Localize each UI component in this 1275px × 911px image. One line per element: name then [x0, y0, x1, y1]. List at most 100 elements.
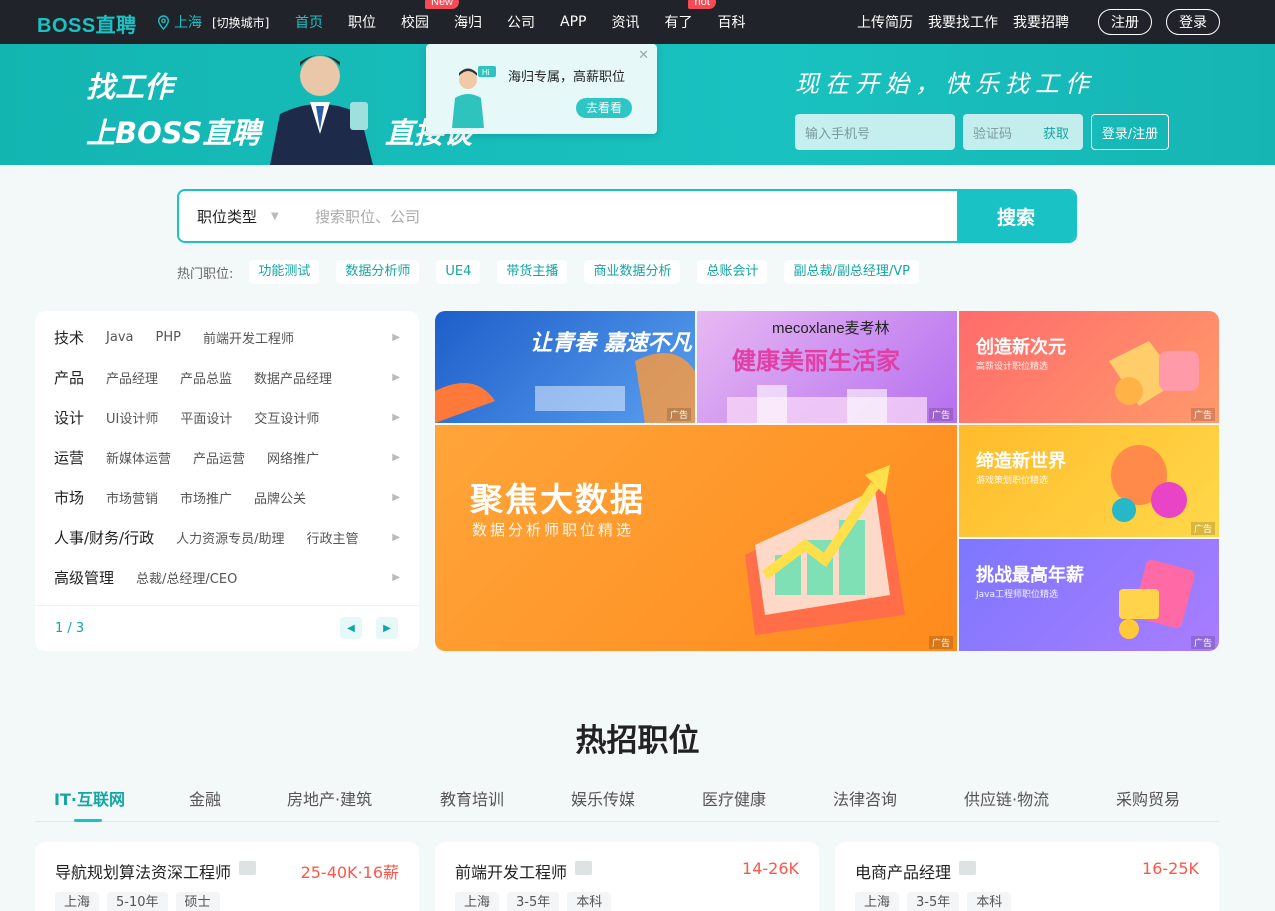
ad-label: 广告 [666, 408, 691, 421]
nav-home[interactable]: 首页 [295, 12, 323, 32]
slogan-line-2: 上BOSS直聘 [86, 116, 261, 150]
nav-app[interactable]: APP [560, 14, 586, 30]
category-row-operations[interactable]: 运营 新媒体运营 产品运营 网络推广 ▶ [54, 445, 400, 469]
hot-tag[interactable]: 副总裁/副总经理/VP [784, 260, 919, 284]
tab-legal[interactable]: 法律咨询 [833, 786, 897, 810]
job-card[interactable]: 前端开发工程师 14-26K 上海 3-5年 本科 [435, 842, 819, 911]
svg-text:Hi: Hi [482, 68, 490, 77]
category-row-hr-finance[interactable]: 人事/财务/行政 人力资源专员/助理 行政主管 ▶ [54, 525, 400, 549]
ad-banner-java[interactable]: 挑战最高年薪 Java工程师职位精选 广告 [959, 539, 1219, 651]
ad-banner-game[interactable]: 缔造新世界 游戏策划职位精选 广告 [959, 425, 1219, 537]
ad6-title: 挑战最高年薪 [976, 565, 1084, 586]
ad5-title: 缔造新世界 [976, 451, 1066, 472]
login-button[interactable]: 登录 [1166, 9, 1220, 35]
job-type-select[interactable]: 职位类型 ▼ [179, 206, 297, 227]
nav-youle[interactable]: 有了 hot [664, 0, 716, 32]
register-button[interactable]: 注册 [1098, 9, 1152, 35]
nav-overseas[interactable]: 海归 [454, 12, 482, 32]
next-page-button[interactable]: ▶ [376, 617, 398, 639]
hot-jobs-title: 热招职位 [575, 723, 700, 759]
category-panel: 技术 Java PHP 前端开发工程师 ▶ 产品 产品经理 产品总监 数据产品经… [35, 311, 419, 651]
top-nav: BOSS直聘 上海 [切换城市] 首页 职位 校园 New 海归 公司 APP 资… [0, 0, 1275, 44]
hot-tag[interactable]: 总账会计 [697, 260, 768, 284]
tab-it-internet[interactable]: IT·互联网 [54, 786, 125, 810]
ad-banner-youth[interactable]: 让青春 嘉速不凡 广告 [435, 311, 695, 423]
job-card[interactable]: 电商产品经理 16-25K 上海 3-5年 本科 [835, 842, 1219, 911]
hot-tag[interactable]: 带货主播 [497, 260, 568, 284]
nav-company[interactable]: 公司 [507, 12, 535, 32]
job-tag: 3-5年 [907, 892, 960, 911]
main-nav: 首页 职位 校园 New 海归 公司 APP 资讯 有了 hot 百科 [295, 0, 770, 44]
ad-bigdata-art [745, 465, 905, 635]
hot-tag[interactable]: 数据分析师 [336, 260, 420, 284]
close-icon[interactable]: ✕ [638, 48, 649, 63]
ad-banner-bigdata[interactable]: 聚焦大数据 数据分析师职位精选 广告 [435, 425, 957, 651]
hero-banner: 找工作 上BOSS直聘 直接谈 Hi ✕ 海归专属，高薪职位 去看看 现在开始，… [0, 44, 1275, 165]
phone-input[interactable]: 输入手机号 [795, 114, 955, 150]
prev-page-button[interactable]: ◀ [340, 617, 362, 639]
chat-icon [239, 861, 256, 875]
tab-trade[interactable]: 采购贸易 [1116, 786, 1180, 810]
hot-label: 热门职位: [177, 266, 234, 282]
job-card[interactable]: 导航规划算法资深工程师 25-40K·16薪 上海 5-10年 硕士 [35, 842, 419, 911]
chat-icon [959, 861, 976, 875]
ad2-title: 健康美丽生活家 [732, 347, 900, 375]
tab-finance[interactable]: 金融 [189, 786, 221, 810]
search-button[interactable]: 搜索 [957, 191, 1075, 241]
category-row-tech[interactable]: 技术 Java PHP 前端开发工程师 ▶ [54, 325, 400, 349]
overseas-illustration: Hi [452, 66, 496, 128]
job-title: 电商产品经理 [855, 863, 952, 882]
ad-banner-design[interactable]: 创造新次元 高薪设计职位精选 广告 [959, 311, 1219, 423]
chevron-right-icon: ▶ [392, 371, 400, 383]
nav-jobs[interactable]: 职位 [348, 12, 376, 32]
ad-banner-mecoxlane[interactable]: mecoxlane麦考林 健康美丽生活家 广告 [697, 311, 957, 423]
hot-tag[interactable]: 商业数据分析 [584, 260, 681, 284]
category-row-product[interactable]: 产品 产品经理 产品总监 数据产品经理 ▶ [54, 365, 400, 389]
tab-education[interactable]: 教育培训 [440, 786, 504, 810]
chevron-right-icon: ▶ [392, 411, 400, 423]
tab-media[interactable]: 娱乐传媒 [571, 786, 635, 810]
job-title: 前端开发工程师 [455, 863, 568, 882]
ad-mecoxlane-art [727, 385, 927, 423]
chevron-left-icon: ◀ [347, 622, 355, 634]
hot-tag[interactable]: 功能测试 [249, 260, 320, 284]
chevron-right-icon: ▶ [392, 491, 400, 503]
category-row-marketing[interactable]: 市场 市场营销 市场推广 品牌公关 ▶ [54, 485, 400, 509]
nav-wiki[interactable]: 百科 [717, 12, 745, 32]
switch-city-link[interactable]: [切换城市] [212, 14, 269, 31]
ad-java-art [1119, 559, 1195, 639]
city-name: 上海 [174, 15, 202, 31]
chevron-right-icon: ▶ [392, 571, 400, 583]
boss-logo[interactable]: BOSS直聘 [37, 9, 137, 38]
nav-news[interactable]: 资讯 [611, 12, 639, 32]
job-tag: 本科 [567, 892, 612, 911]
popup-go-button[interactable]: 去看看 [576, 98, 632, 118]
upload-resume-link[interactable]: 上传简历 [857, 12, 913, 32]
industry-tabs: IT·互联网 金融 房地产·建筑 教育培训 娱乐传媒 医疗健康 法律咨询 供应链… [35, 786, 1219, 822]
banner-login-register-button[interactable]: 登录/注册 [1091, 114, 1169, 150]
search-input[interactable]: 搜索职位、公司 [297, 206, 957, 227]
tab-healthcare[interactable]: 医疗健康 [702, 786, 766, 810]
ad4-title: 聚焦大数据 [470, 480, 645, 519]
ad3-subtitle: 高薪设计职位精选 [976, 362, 1049, 372]
get-code-button[interactable]: 获取 [1043, 123, 1069, 142]
ad-label: 广告 [928, 408, 953, 421]
category-row-management[interactable]: 高级管理 总裁/总经理/CEO ▶ [54, 565, 400, 589]
nav-campus[interactable]: 校园 New [401, 0, 460, 32]
job-title: 导航规划算法资深工程师 [55, 863, 232, 882]
tab-logistics[interactable]: 供应链·物流 [964, 786, 1049, 810]
job-salary: 16-25K [1142, 859, 1199, 878]
city-selector[interactable]: 上海 [切换城市] [157, 12, 269, 32]
banner-motto: 现在开始，快乐找工作 [795, 70, 1095, 98]
verification-code-input[interactable]: 验证码 获取 [963, 114, 1083, 150]
tab-real-estate[interactable]: 房地产·建筑 [287, 786, 372, 810]
category-row-design[interactable]: 设计 UI设计师 平面设计 交互设计师 ▶ [54, 405, 400, 429]
find-job-link[interactable]: 我要找工作 [928, 12, 998, 32]
hot-tag[interactable]: UE4 [436, 260, 481, 284]
recruit-link[interactable]: 我要招聘 [1013, 12, 1069, 32]
job-tag: 硕士 [175, 892, 220, 911]
job-tag: 上海 [55, 892, 100, 911]
job-tag: 上海 [855, 892, 900, 911]
active-tab-indicator [74, 819, 102, 822]
ad6-subtitle: Java工程师职位精选 [976, 590, 1059, 600]
